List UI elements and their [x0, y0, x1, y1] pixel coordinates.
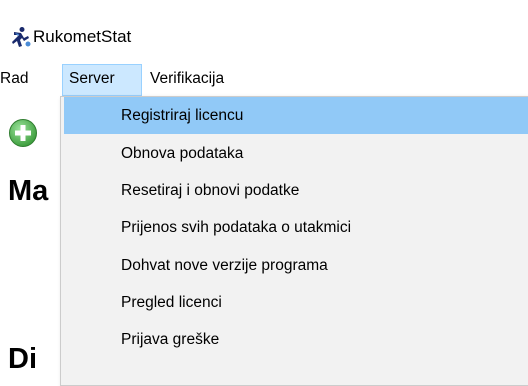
menu-item-prijava-greske[interactable]: Prijava greške [64, 321, 528, 358]
menu-verifikacija[interactable]: Verifikacija [150, 68, 224, 90]
menu-item-resetiraj-i-obnovi-podatke[interactable]: Resetiraj i obnovi podatke [64, 172, 528, 209]
handball-player-icon [9, 26, 31, 48]
menu-item-obnova-podataka[interactable]: Obnova podataka [64, 135, 528, 172]
title-bar: RukometStat [0, 0, 528, 60]
section-heading: Di [8, 343, 37, 375]
section-heading: Ma [8, 175, 49, 207]
menu-bar: Rad Server Verifikacija [0, 60, 528, 96]
menu-server[interactable]: Server [62, 64, 142, 96]
menu-item-registriraj-licencu[interactable]: Registriraj licencu [64, 97, 528, 134]
menu-rad[interactable]: Rad [0, 68, 28, 90]
server-dropdown-menu: Registriraj licencu Obnova podataka Rese… [60, 96, 528, 386]
add-circle-icon[interactable] [8, 118, 38, 148]
window-title: RukometStat [33, 27, 132, 46]
menu-item-dohvat-nove-verzije[interactable]: Dohvat nove verzije programa [64, 247, 528, 284]
menu-item-prijenos-svih-podataka[interactable]: Prijenos svih podataka o utakmici [64, 209, 528, 246]
menu-item-pregled-licenci[interactable]: Pregled licenci [64, 284, 528, 321]
